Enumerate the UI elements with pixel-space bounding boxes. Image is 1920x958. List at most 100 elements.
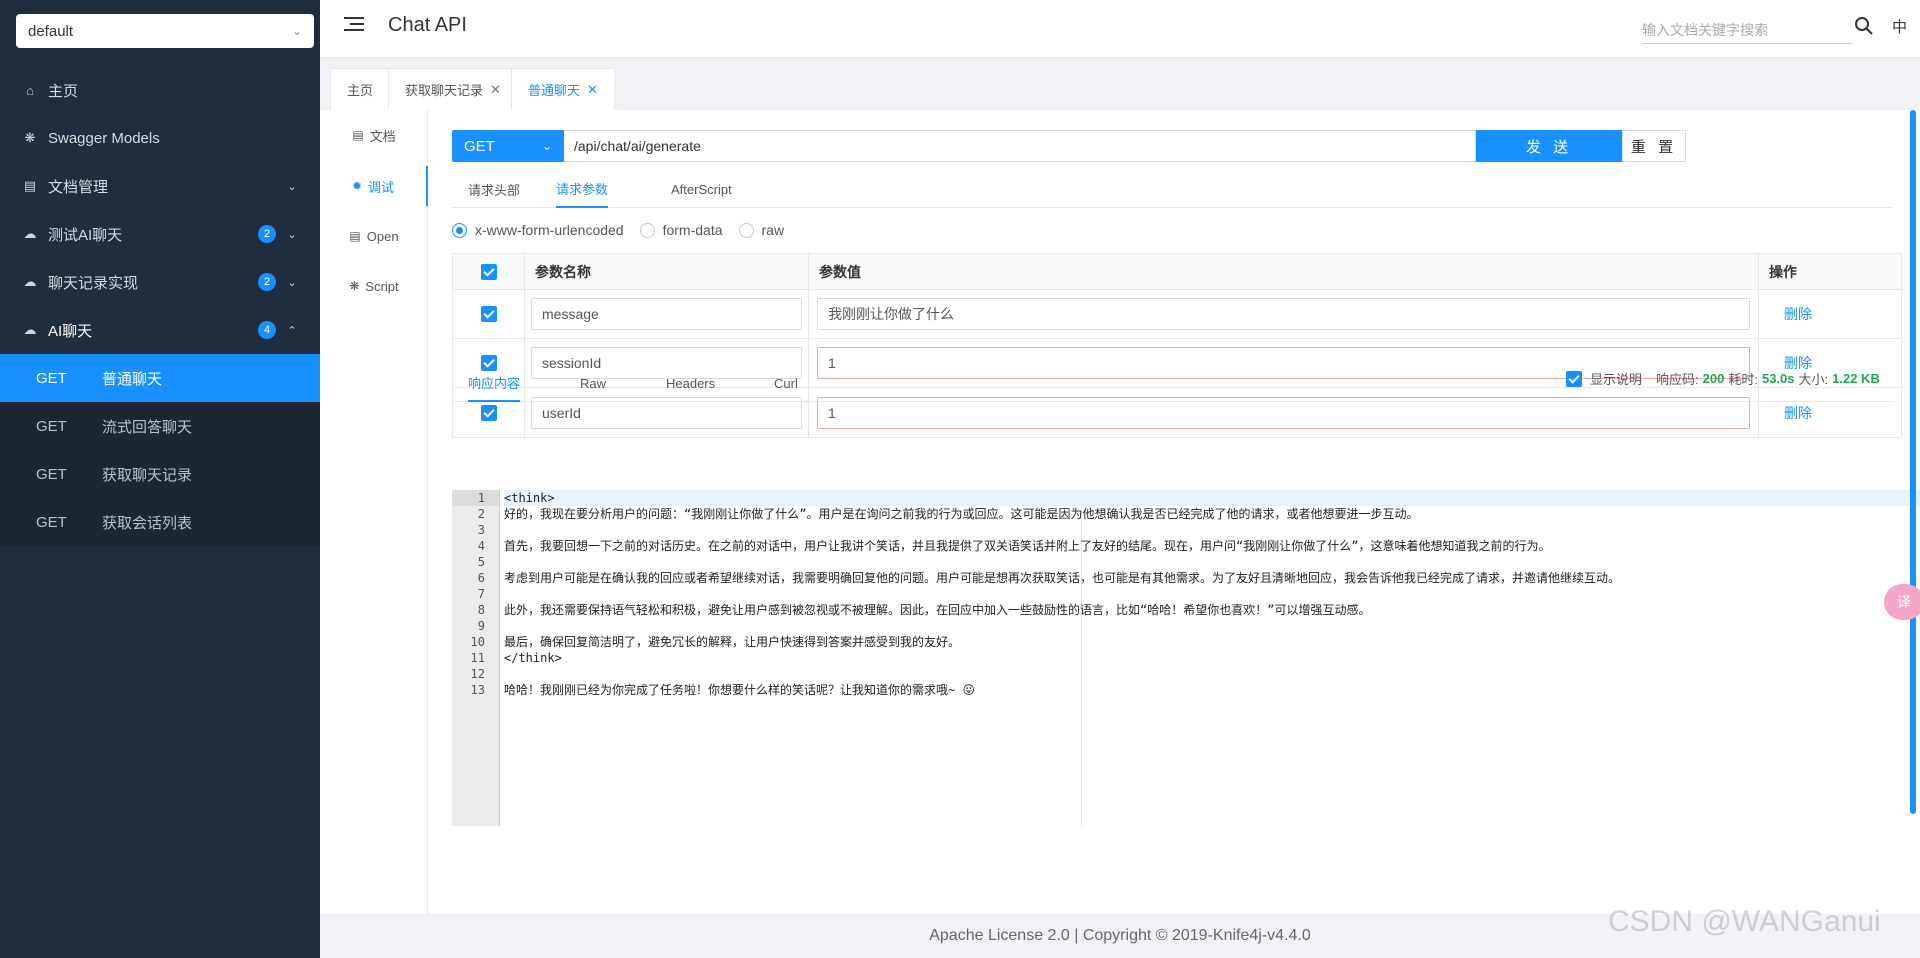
delete-link[interactable]: 删除 bbox=[1784, 304, 1812, 324]
sidenav-doc[interactable]: ▤ 文档 bbox=[320, 115, 428, 155]
method-select[interactable]: GET ⌄ bbox=[452, 130, 564, 162]
sidenav-label: 调试 bbox=[368, 179, 395, 195]
size-label: 大小: bbox=[1798, 372, 1829, 387]
vertical-scrollbar[interactable] bbox=[1910, 110, 1916, 814]
tab-bar: 主页 获取聊天记录 ✕ 普通聊天 ✕ bbox=[320, 58, 1920, 110]
sidebar-sub-item-label: 流式回答聊天 bbox=[102, 418, 193, 436]
tab-response-headers[interactable]: Headers bbox=[666, 364, 715, 402]
body-type-radios: x-www-form-urlencoded form-data raw bbox=[452, 222, 800, 238]
cloud-icon: ☁ bbox=[23, 226, 37, 241]
http-method: GET bbox=[36, 513, 67, 531]
show-desc-checkbox[interactable] bbox=[1566, 370, 1582, 387]
send-button[interactable]: 发 送 bbox=[1476, 130, 1622, 162]
param-value-input[interactable]: 我刚刚让你做了什么 bbox=[817, 298, 1750, 330]
close-icon[interactable]: ✕ bbox=[490, 82, 501, 98]
bug-icon: ✹ bbox=[351, 179, 363, 193]
sidebar-item-swagger-models[interactable]: ❋ Swagger Models bbox=[0, 114, 320, 162]
code-line: 首先，我要回想一下之前的对话历史。在之前的对话中，用户让我讲个笑话，并且我提供了… bbox=[504, 539, 1551, 553]
search-icon[interactable] bbox=[1852, 14, 1876, 38]
column-header: 参数值 bbox=[809, 254, 1759, 289]
sidenav-script[interactable]: ❋ Script bbox=[320, 266, 428, 306]
sidebar-item-label: 文档管理 bbox=[48, 178, 109, 196]
translate-float-button[interactable]: 译 bbox=[1884, 584, 1920, 620]
radio-raw[interactable]: raw bbox=[738, 222, 784, 238]
count-badge: 4 bbox=[258, 321, 276, 339]
sidebar-item-ai-chat[interactable]: ☁ AI聊天 4 ⌃ bbox=[0, 306, 320, 354]
url-input[interactable]: /api/chat/ai/generate bbox=[564, 130, 1476, 162]
response-editor[interactable]: 1 2 3 4 5 6 7 8 9 10 11 12 13 <think> 好的… bbox=[452, 490, 1920, 826]
code-line: <think> bbox=[504, 490, 1920, 506]
count-badge: 2 bbox=[258, 225, 276, 243]
menu-toggle-icon[interactable] bbox=[344, 17, 364, 35]
radio-form-data[interactable]: form-data bbox=[639, 222, 723, 238]
language-switch[interactable]: 中 bbox=[1892, 16, 1907, 37]
param-name-input[interactable]: message bbox=[531, 298, 802, 330]
line-number: 1 bbox=[452, 490, 499, 506]
group-select[interactable]: default ⌄ bbox=[16, 14, 314, 48]
sidebar-sub-item-get-history[interactable]: GET 获取聊天记录 bbox=[0, 450, 320, 498]
request-tabs: 请求头部 请求参数 AfterScript bbox=[452, 170, 1892, 208]
sidebar-sub-item-normal-chat[interactable]: GET 普通聊天 bbox=[0, 354, 320, 402]
table-row: message 我刚刚让你做了什么 删除 bbox=[453, 290, 1901, 339]
tab-label: 获取聊天记录 bbox=[405, 83, 484, 98]
tab-home[interactable]: 主页 bbox=[330, 68, 391, 110]
radio-label: x-www-form-urlencoded bbox=[475, 222, 624, 238]
tab-response-content[interactable]: 响应内容 bbox=[468, 364, 521, 402]
radio-urlencoded[interactable]: x-www-form-urlencoded bbox=[452, 222, 624, 238]
reset-button[interactable]: 重 置 bbox=[1622, 130, 1686, 162]
tab-label: 主页 bbox=[347, 83, 374, 98]
sidebar-item-label: 聊天记录实现 bbox=[48, 274, 139, 292]
row-checkbox[interactable] bbox=[480, 404, 497, 421]
sidebar-sub-item-session-list[interactable]: GET 获取会话列表 bbox=[0, 498, 320, 546]
sidenav-debug[interactable]: ✹ 调试 bbox=[320, 166, 428, 206]
chevron-up-icon: ⌃ bbox=[287, 324, 297, 337]
radio-dot bbox=[639, 222, 655, 238]
time-label: 耗时: bbox=[1728, 372, 1758, 387]
tab-get-history[interactable]: 获取聊天记录 ✕ bbox=[388, 68, 518, 110]
close-icon[interactable]: ✕ bbox=[587, 82, 598, 98]
sidebar-item-home[interactable]: ⌂ 主页 bbox=[0, 66, 320, 114]
sidebar-menu: ⌂ 主页 ❋ Swagger Models ▤ 文档管理 ⌄ ☁ 测试AI聊天 … bbox=[0, 66, 320, 546]
sidebar-item-chat-history[interactable]: ☁ 聊天记录实现 2 ⌄ bbox=[0, 258, 320, 306]
tab-normal-chat[interactable]: 普通聊天 ✕ bbox=[511, 68, 615, 110]
chevron-down-icon: ⌄ bbox=[541, 139, 552, 153]
delete-link[interactable]: 删除 bbox=[1784, 403, 1812, 423]
sidenav-open[interactable]: ▤ Open bbox=[320, 216, 428, 256]
method-value: GET bbox=[464, 137, 495, 155]
tab-label: 普通聊天 bbox=[528, 83, 581, 98]
radio-label: form-data bbox=[662, 222, 723, 238]
http-method: GET bbox=[36, 369, 67, 387]
sidebar-item-label: Swagger Models bbox=[48, 129, 160, 147]
tab-response-raw[interactable]: Raw bbox=[580, 364, 606, 402]
row-checkbox[interactable] bbox=[480, 306, 497, 322]
code-content: <think> 好的，我现在要分析用户的问题：“我刚刚让你做了什么”。用户是在询… bbox=[504, 490, 1920, 698]
code-line: 此外，我还需要保持语气轻松和积极，避免让用户感到被忽视或不被理解。因此，在回应中… bbox=[504, 603, 1371, 617]
code-line: 哈哈！我刚刚已经为你完成了任务啦！你想要什么样的笑话呢？让我知道你的需求哦~ 😛 bbox=[504, 683, 975, 697]
group-select-value: default bbox=[28, 22, 74, 40]
app-title: Chat API bbox=[388, 14, 467, 36]
header: Chat API 输入文档关键字搜索 中 bbox=[320, 0, 1920, 58]
line-number: 3 bbox=[477, 523, 485, 537]
tab-response-curl[interactable]: Curl bbox=[774, 364, 798, 402]
home-icon: ⌂ bbox=[26, 82, 34, 98]
size-value: 1.22 KB bbox=[1832, 371, 1880, 386]
column-header: 操作 bbox=[1769, 263, 1797, 280]
search-input[interactable]: 输入文档关键字搜索 bbox=[1642, 14, 1852, 44]
sidebar-sub-item-stream-chat[interactable]: GET 流式回答聊天 bbox=[0, 402, 320, 450]
line-number: 4 bbox=[477, 539, 485, 553]
sidebar-item-label: 主页 bbox=[48, 82, 79, 100]
sidebar-item-test-ai-chat[interactable]: ☁ 测试AI聊天 2 ⌄ bbox=[0, 210, 320, 258]
tab-request-params[interactable]: 请求参数 bbox=[556, 170, 609, 208]
tab-request-headers[interactable]: 请求头部 bbox=[468, 170, 520, 208]
time-value: 53.0s bbox=[1761, 371, 1795, 386]
sidebar: default ⌄ ⌂ 主页 ❋ Swagger Models ▤ 文档管理 ⌄… bbox=[0, 0, 320, 958]
select-all-checkbox[interactable] bbox=[480, 263, 497, 280]
line-number: 11 bbox=[470, 651, 485, 665]
tab-after-script[interactable]: AfterScript bbox=[671, 170, 732, 208]
sidebar-item-doc-manage[interactable]: ▤ 文档管理 ⌄ bbox=[0, 162, 320, 210]
file-icon: ▤ bbox=[349, 229, 361, 243]
line-number: 5 bbox=[477, 555, 485, 569]
cloud-icon: ☁ bbox=[23, 322, 37, 337]
